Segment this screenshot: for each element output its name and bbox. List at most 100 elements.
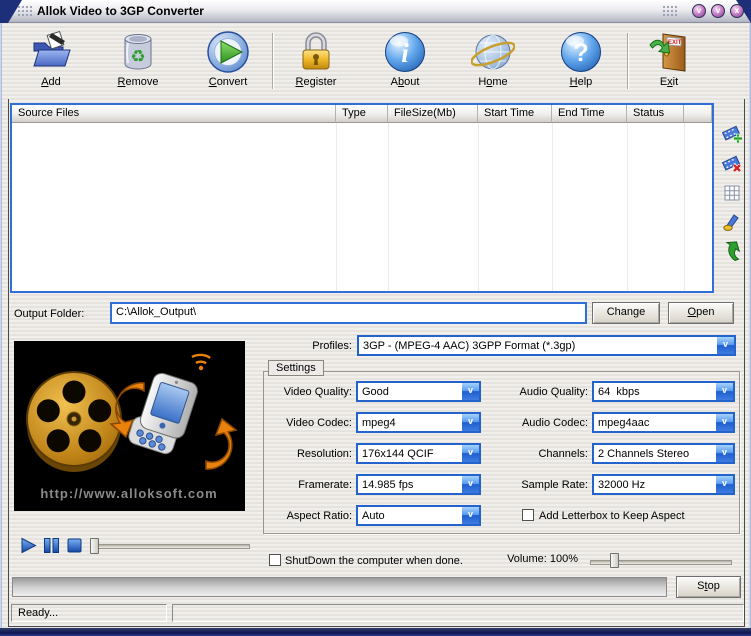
profiles-dropdown[interactable]: 3GP - (MPEG-4 AAC) 3GPP Format (*.3gp) v — [357, 335, 736, 356]
add-file-icon[interactable] — [722, 123, 742, 143]
client-frame-bottom — [8, 626, 745, 627]
chevron-down-icon[interactable]: v — [462, 507, 479, 524]
audio-quality-dropdown[interactable]: 64 kbps v — [592, 381, 735, 402]
column-guide — [388, 123, 389, 291]
letterbox-checkbox-label: Add Letterbox to Keep Aspect — [539, 510, 685, 522]
preview-panel: http://www.alloksoft.com — [14, 341, 245, 511]
audio-quality-value: 64 kbps — [598, 386, 640, 398]
video-codec-dropdown[interactable]: mpeg4v — [356, 412, 481, 433]
aspect-ratio-dropdown[interactable]: Auto v — [356, 505, 481, 526]
seek-slider-handle[interactable] — [90, 538, 99, 554]
channels-dropdown[interactable]: 2 Channels Stereo v — [592, 443, 735, 464]
channels-label: Channels: — [470, 448, 588, 460]
column-guide — [336, 123, 337, 291]
column-guide — [684, 123, 685, 291]
convert-arrow-icon[interactable] — [722, 241, 742, 261]
minimize-button[interactable]: v — [692, 4, 706, 18]
toolbar-about-button[interactable]: i About — [369, 30, 441, 96]
tool-icon[interactable] — [722, 211, 742, 231]
client-frame-right — [744, 99, 745, 626]
volume-label: Volume: 100% — [470, 553, 578, 565]
home-globe-icon — [471, 30, 515, 74]
column-filesize[interactable]: FileSize(Mb) — [388, 105, 478, 123]
toolbar-remove-button[interactable]: ♻ Remove — [102, 30, 174, 96]
toolbar-remove-label: Remove — [102, 76, 174, 88]
audio-quality-label: Audio Quality: — [470, 386, 588, 398]
shutdown-checkbox[interactable] — [269, 554, 281, 566]
column-type[interactable]: Type — [336, 105, 388, 123]
profiles-value: 3GP - (MPEG-4 AAC) 3GPP Format (*.3gp) — [363, 340, 575, 352]
svg-text:♻: ♻ — [130, 47, 145, 66]
toolbar-exit-button[interactable]: EXIT Exit — [633, 30, 705, 96]
titlebar-grip-right — [662, 5, 677, 17]
toolbar-home-label: Home — [457, 76, 529, 88]
toolbar-add-button[interactable]: Add — [15, 30, 87, 96]
preview-artwork: http://www.alloksoft.com — [14, 341, 245, 511]
svg-text:EXIT: EXIT — [668, 40, 682, 46]
column-filler — [684, 105, 712, 123]
stop-button[interactable]: Stop — [676, 576, 741, 598]
toolbar-convert-button[interactable]: Convert — [192, 30, 264, 96]
toolbar-help-button[interactable]: ? Help — [545, 30, 617, 96]
svg-text:i: i — [401, 38, 409, 68]
chevron-down-icon[interactable]: v — [716, 414, 733, 431]
file-list-header: Source Files Type FileSize(Mb) Start Tim… — [12, 105, 712, 123]
stop-playback-button[interactable] — [66, 537, 83, 554]
convert-icon — [206, 30, 250, 74]
chevron-down-icon[interactable]: v — [716, 383, 733, 400]
column-start-time[interactable]: Start Time — [478, 105, 552, 123]
sample-rate-dropdown[interactable]: 32000 Hz v — [592, 474, 735, 495]
resolution-value: 176x144 QCIF — [362, 448, 434, 460]
maximize-icon: v — [716, 6, 720, 15]
video-quality-dropdown[interactable]: Goodv — [356, 381, 481, 402]
app-window: Allok Video to 3GP Converter v v x Add — [0, 0, 751, 636]
change-folder-button[interactable]: Change — [592, 302, 660, 324]
title-bar[interactable]: Allok Video to 3GP Converter v v x — [0, 0, 751, 23]
toolbar-separator-2 — [627, 33, 628, 89]
video-quality-value: Good — [362, 386, 389, 398]
minimize-icon: v — [697, 6, 701, 15]
play-button[interactable] — [20, 537, 37, 554]
framerate-value: 14.985 fps — [362, 479, 413, 491]
delete-file-icon[interactable] — [722, 153, 742, 173]
chevron-down-icon[interactable]: v — [717, 337, 734, 354]
toolbar-register-button[interactable]: Register — [280, 30, 352, 96]
volume-slider-handle[interactable] — [610, 553, 619, 568]
framerate-dropdown[interactable]: 14.985 fpsv — [356, 474, 481, 495]
aspect-ratio-value: Auto — [362, 510, 385, 522]
letterbox-checkbox[interactable] — [522, 509, 534, 521]
window-edge-left — [0, 23, 2, 628]
audio-codec-label: Audio Codec: — [470, 417, 588, 429]
clear-list-icon[interactable] — [722, 183, 742, 203]
audio-codec-dropdown[interactable]: mpeg4aacv — [592, 412, 735, 433]
resolution-dropdown[interactable]: 176x144 QCIFv — [356, 443, 481, 464]
sample-rate-value: 32000 Hz — [598, 479, 645, 491]
pause-button[interactable] — [43, 537, 60, 554]
exit-door-icon: EXIT — [647, 30, 691, 74]
chevron-down-icon[interactable]: v — [716, 476, 733, 493]
resolution-label: Resolution: — [256, 448, 352, 460]
output-folder-field[interactable]: C:\Allok_Output\ — [110, 302, 587, 324]
about-info-icon: i — [383, 30, 427, 74]
close-button[interactable]: x — [730, 4, 744, 18]
column-guide — [478, 123, 479, 291]
file-list[interactable]: Source Files Type FileSize(Mb) Start Tim… — [10, 103, 714, 293]
column-end-time[interactable]: End Time — [552, 105, 627, 123]
remove-files-icon: ♻ — [116, 30, 160, 74]
column-status[interactable]: Status — [627, 105, 684, 123]
maximize-button[interactable]: v — [711, 4, 725, 18]
toolbar-help-label: Help — [545, 76, 617, 88]
toolbar-home-button[interactable]: Home — [457, 30, 529, 96]
seek-slider-track[interactable] — [90, 544, 250, 549]
titlebar-grip-left — [17, 5, 32, 17]
toolbar-exit-label: Exit — [633, 76, 705, 88]
channels-value: 2 Channels Stereo — [598, 448, 689, 460]
toolbar-convert-label: Convert — [192, 76, 264, 88]
open-folder-button[interactable]: Open — [668, 302, 734, 324]
status-secondary-panel — [172, 604, 744, 622]
window-bottom-frame — [0, 628, 751, 636]
chevron-down-icon[interactable]: v — [716, 445, 733, 462]
column-source-files[interactable]: Source Files — [12, 105, 336, 123]
framerate-label: Framerate: — [256, 479, 352, 491]
settings-group-label: Settings — [268, 360, 324, 376]
